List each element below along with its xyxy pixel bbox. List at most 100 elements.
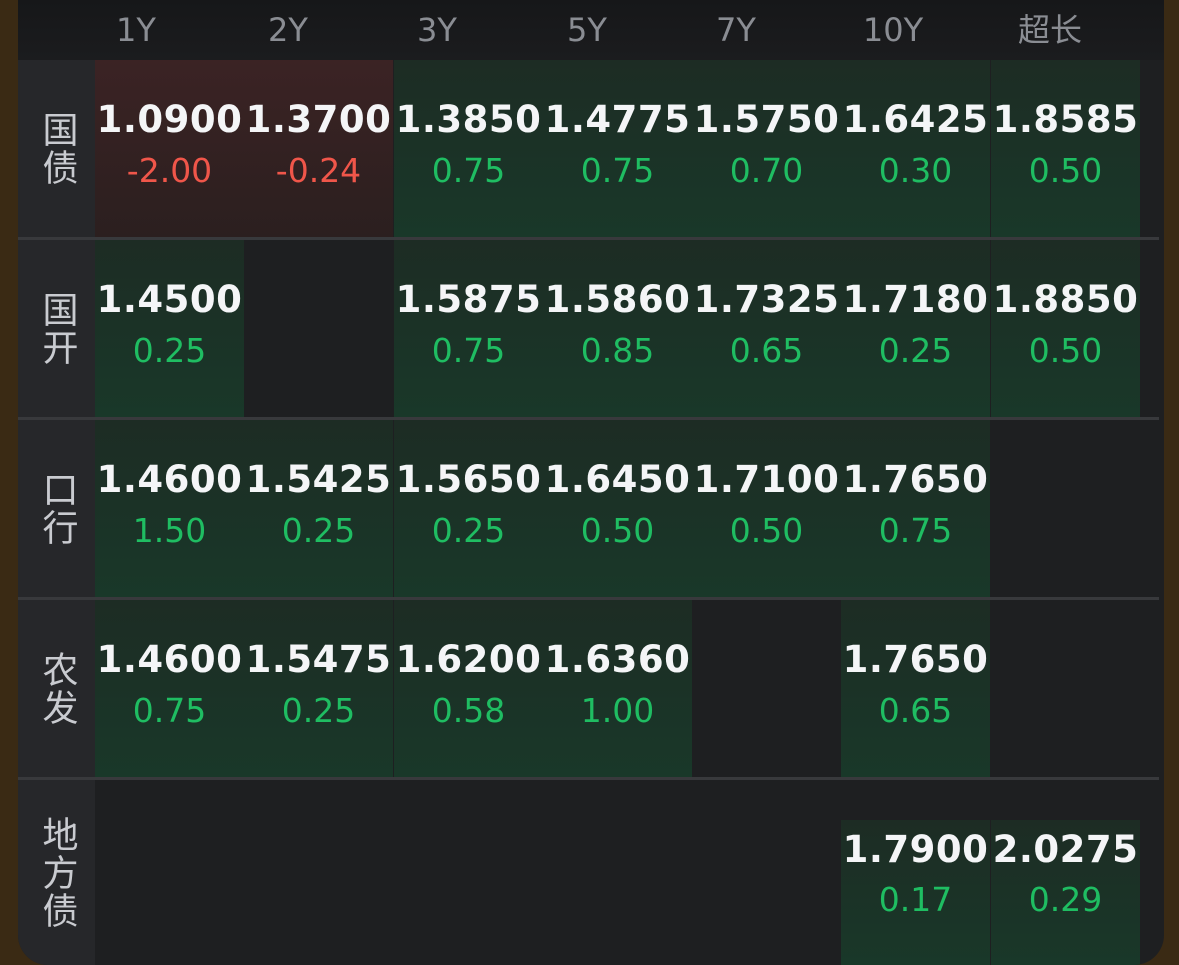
tenor-header-1[interactable]: 2Y [214, 8, 363, 52]
yield-change: 1.00 [580, 691, 655, 730]
row-label: 口行 [18, 420, 95, 597]
yield-cell[interactable]: 2.0275 0.29 [991, 820, 1140, 965]
yield-cell[interactable]: 1.3850 0.75 [394, 60, 543, 237]
bond-row-0[interactable]: 国债 1.0900 -2.00 1.3700 -0.24 1.3850 0.75 1.4775… [18, 60, 1159, 237]
yield-cell[interactable]: 1.0900 -2.00 [95, 60, 244, 237]
yield-change: 0.17 [878, 880, 953, 919]
yield-cell[interactable]: 1.8585 0.50 [991, 60, 1140, 237]
yield-change: 0.85 [580, 331, 655, 370]
bond-row-3[interactable]: 农发 1.4600 0.75 1.5475 0.25 1.6200 0.58 1.6360 1.… [18, 600, 1159, 777]
yield-value: 1.5425 [245, 458, 392, 501]
tenor-header-6[interactable]: 超长 [976, 8, 1125, 52]
yield-value: 1.3700 [245, 98, 392, 141]
yield-value: 1.5860 [544, 278, 691, 321]
yield-cell[interactable]: 1.4500 0.25 [95, 240, 244, 417]
row-label-text: 口行 [36, 470, 78, 547]
bond-yield-panel: 1Y 2Y 3Y 5Y 7Y 10Y 超长 国债 1.0900 -2.00 1.3700 -0.24… [18, 0, 1164, 965]
yield-cell[interactable]: 1.4600 0.75 [95, 600, 244, 777]
yield-change: 0.75 [431, 151, 506, 190]
yield-cell[interactable]: 1.6200 0.58 [394, 600, 543, 777]
yield-value: 1.7650 [842, 458, 989, 501]
yield-value: 1.5875 [395, 278, 542, 321]
yield-cell[interactable]: 1.7100 0.50 [692, 420, 841, 597]
yield-cell[interactable]: 1.5875 0.75 [394, 240, 543, 417]
tenor-header: 1Y 2Y 3Y 5Y 7Y 10Y 超长 [18, 0, 1164, 60]
yield-change: 0.25 [132, 331, 207, 370]
yield-value: 1.0900 [96, 98, 243, 141]
yield-change: 0.75 [878, 511, 953, 550]
yield-value: 1.7900 [842, 828, 989, 871]
yield-change: 0.65 [878, 691, 953, 730]
yield-cell[interactable]: 1.7180 0.25 [841, 240, 990, 417]
yield-value: 1.5750 [693, 98, 840, 141]
yield-value: 2.0275 [992, 828, 1139, 871]
yield-cell[interactable]: 1.5750 0.70 [692, 60, 841, 237]
yield-change: 0.25 [878, 331, 953, 370]
yield-cell[interactable]: 1.3700 -0.24 [244, 60, 393, 237]
yield-value: 1.6360 [544, 638, 691, 681]
row-label: 国开 [18, 240, 95, 417]
yield-change: 0.25 [281, 511, 356, 550]
yield-value: 1.5650 [395, 458, 542, 501]
yield-change: 0.50 [580, 511, 655, 550]
yield-change: 0.75 [431, 331, 506, 370]
row-label: 国债 [18, 60, 95, 237]
row-label-text: 地方债 [36, 815, 78, 930]
bond-row-1[interactable]: 国开 1.4500 0.25 1.5875 0.75 1.5860 0.85 1.7325 0.… [18, 240, 1159, 417]
yield-change: 0.70 [729, 151, 804, 190]
yield-change: 0.50 [729, 511, 804, 550]
yield-value: 1.7325 [693, 278, 840, 321]
yield-cell[interactable]: 1.7325 0.65 [692, 240, 841, 417]
yield-value: 1.6450 [544, 458, 691, 501]
tenor-header-2[interactable]: 3Y [363, 8, 512, 52]
yield-cell[interactable]: 1.5650 0.25 [394, 420, 543, 597]
yield-cell[interactable]: 1.7900 0.17 [841, 820, 990, 965]
yield-cell[interactable]: 1.7650 0.75 [841, 420, 990, 597]
yield-value: 1.3850 [395, 98, 542, 141]
bond-row-4[interactable]: 地方债 1.7900 0.17 2.0275 0.29 [18, 780, 1159, 965]
yield-value: 1.8850 [992, 278, 1139, 321]
yield-change: 0.50 [1028, 151, 1103, 190]
tenor-header-5[interactable]: 10Y [819, 8, 968, 52]
yield-change: 0.25 [281, 691, 356, 730]
row-label: 地方债 [18, 780, 95, 965]
tenor-header-4[interactable]: 7Y [662, 8, 811, 52]
yield-change: 0.75 [580, 151, 655, 190]
yield-value: 1.6200 [395, 638, 542, 681]
yield-change: 0.25 [431, 511, 506, 550]
yield-value: 1.7650 [842, 638, 989, 681]
row-label-text: 国开 [36, 290, 78, 367]
yield-change: 0.58 [431, 691, 506, 730]
row-label: 农发 [18, 600, 95, 777]
yield-cell[interactable]: 1.6450 0.50 [543, 420, 692, 597]
yield-value: 1.5475 [245, 638, 392, 681]
yield-cell[interactable]: 1.4775 0.75 [543, 60, 692, 237]
yield-cell[interactable]: 1.5860 0.85 [543, 240, 692, 417]
yield-value: 1.4775 [544, 98, 691, 141]
row-label-text: 国债 [36, 110, 78, 187]
tenor-header-3[interactable]: 5Y [513, 8, 662, 52]
yield-value: 1.4600 [96, 638, 243, 681]
yield-change: -0.24 [275, 151, 362, 190]
yield-change: 0.30 [878, 151, 953, 190]
row-label-text: 农发 [36, 650, 78, 727]
yield-cell[interactable]: 1.5425 0.25 [244, 420, 393, 597]
yield-cell[interactable]: 1.6425 0.30 [841, 60, 990, 237]
yield-change: 0.50 [1028, 331, 1103, 370]
yield-cell[interactable]: 1.8850 0.50 [991, 240, 1140, 417]
bond-row-2[interactable]: 口行 1.4600 1.50 1.5425 0.25 1.5650 0.25 1.6450 0.… [18, 420, 1159, 597]
yield-value: 1.7180 [842, 278, 989, 321]
yield-value: 1.4600 [96, 458, 243, 501]
yield-cell[interactable]: 1.5475 0.25 [244, 600, 393, 777]
yield-change: 0.75 [132, 691, 207, 730]
yield-value: 1.7100 [693, 458, 840, 501]
yield-change: 0.65 [729, 331, 804, 370]
yield-change: 1.50 [132, 511, 207, 550]
yield-change: 0.29 [1028, 880, 1103, 919]
yield-cell[interactable]: 1.7650 0.65 [841, 600, 990, 777]
yield-value: 1.8585 [992, 98, 1139, 141]
yield-cell[interactable]: 1.6360 1.00 [543, 600, 692, 777]
yield-cell[interactable]: 1.4600 1.50 [95, 420, 244, 597]
tenor-header-0[interactable]: 1Y [62, 8, 211, 52]
yield-value: 1.4500 [96, 278, 243, 321]
